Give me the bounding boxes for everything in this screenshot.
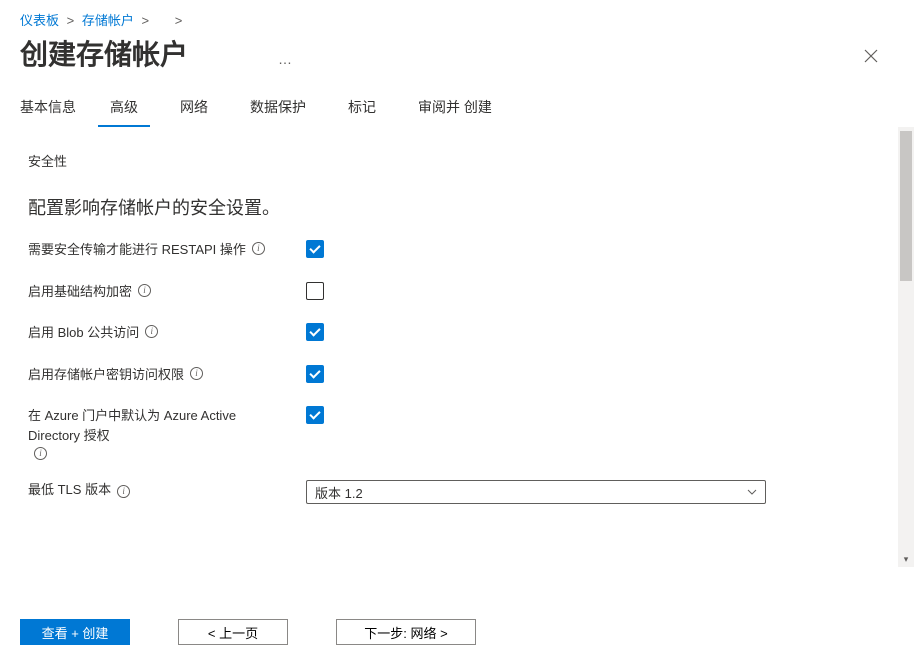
- scrollbar[interactable]: ▾: [898, 127, 914, 567]
- form-content: 安全性 配置影响存储帐户的安全设置。 需要安全传输才能进行 RESTAPI 操作…: [0, 127, 914, 567]
- tab-data-protection[interactable]: 数据保护: [238, 91, 318, 127]
- checkbox-secure-transfer[interactable]: [306, 240, 324, 258]
- close-button[interactable]: [858, 41, 884, 74]
- page-title: 创建存储帐户: [20, 33, 188, 73]
- breadcrumb-sep-1: >: [67, 13, 75, 28]
- scrollbar-thumb[interactable]: [900, 131, 912, 281]
- scrollbar-arrow-down-icon[interactable]: ▾: [898, 551, 914, 567]
- label-secure-transfer: 需要安全传输才能进行 RESTAPI 操作 i: [28, 240, 278, 260]
- tab-review-create[interactable]: 审阅并 创建: [406, 91, 504, 127]
- label-infra-encryption-text: 启用基础结构加密: [28, 282, 132, 302]
- breadcrumb-sep-2: >: [142, 13, 150, 28]
- label-blob-public-text: 启用 Blob 公共访问: [28, 323, 139, 343]
- tab-network[interactable]: 网络: [168, 91, 220, 127]
- tab-basic[interactable]: 基本信息: [20, 91, 88, 127]
- chevron-down-icon: [747, 487, 757, 498]
- next-network-button[interactable]: 下一步: 网络 >: [336, 619, 476, 645]
- info-icon[interactable]: i: [138, 284, 151, 297]
- label-min-tls: 最低 TLS 版本 i: [28, 480, 278, 500]
- info-icon[interactable]: i: [252, 242, 265, 255]
- breadcrumb: 仪表板 > 存储帐户 > >: [20, 10, 894, 29]
- label-min-tls-text: 最低 TLS 版本: [28, 480, 111, 500]
- section-security-label: 安全性: [28, 151, 894, 170]
- info-icon[interactable]: i: [34, 447, 47, 460]
- checkbox-key-access[interactable]: [306, 365, 324, 383]
- label-key-access: 启用存储帐户密钥访问权限 i: [28, 365, 278, 385]
- previous-button[interactable]: < 上一页: [178, 619, 288, 645]
- info-icon[interactable]: i: [117, 485, 130, 498]
- review-create-button[interactable]: 查看 + 创建: [20, 619, 130, 645]
- section-security-desc: 配置影响存储帐户的安全设置。: [28, 194, 894, 220]
- checkbox-aad-default[interactable]: [306, 406, 324, 424]
- label-infra-encryption: 启用基础结构加密 i: [28, 282, 278, 302]
- label-secure-transfer-text: 需要安全传输才能进行 RESTAPI 操作: [28, 240, 246, 260]
- footer: 查看 + 创建 < 上一页 下一步: 网络 >: [0, 605, 914, 663]
- info-icon[interactable]: i: [190, 367, 203, 380]
- label-aad-default: 在 Azure 门户中默认为 Azure Active Directory 授权…: [28, 406, 278, 458]
- tab-tags[interactable]: 标记: [336, 91, 388, 127]
- select-min-tls-value: 版本 1.2: [315, 483, 363, 502]
- tab-advanced[interactable]: 高级: [98, 91, 150, 127]
- more-menu[interactable]: …: [278, 51, 292, 67]
- tabs: 基本信息 高级 网络 数据保护 标记 审阅并 创建: [0, 81, 914, 127]
- label-key-access-text: 启用存储帐户密钥访问权限: [28, 365, 184, 385]
- info-icon[interactable]: i: [145, 325, 158, 338]
- close-icon: [864, 49, 878, 63]
- breadcrumb-storage-accounts[interactable]: 存储帐户: [82, 13, 134, 28]
- checkbox-blob-public[interactable]: [306, 323, 324, 341]
- breadcrumb-dashboard[interactable]: 仪表板: [20, 13, 59, 28]
- select-min-tls[interactable]: 版本 1.2: [306, 480, 766, 504]
- breadcrumb-sep-3: >: [175, 13, 183, 28]
- label-aad-default-text: 在 Azure 门户中默认为 Azure Active Directory 授权: [28, 406, 278, 445]
- label-blob-public: 启用 Blob 公共访问 i: [28, 323, 278, 343]
- checkbox-infra-encryption[interactable]: [306, 282, 324, 300]
